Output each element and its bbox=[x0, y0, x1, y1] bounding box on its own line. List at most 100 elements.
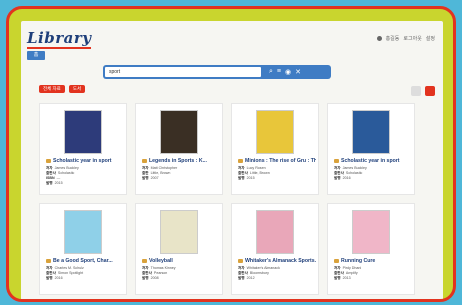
meta-label: 발행 bbox=[238, 176, 245, 180]
meta-label: 발행 bbox=[334, 176, 341, 180]
book-meta-row: 발행 2012 bbox=[238, 276, 316, 281]
book-card[interactable]: Minions : The rise of Gru : Th... 저자 Lucy … bbox=[231, 103, 319, 195]
search-icon[interactable]: ⌕ bbox=[269, 68, 273, 76]
meta-value: Bloomsbury bbox=[249, 271, 269, 275]
meta-label: 출판사 bbox=[238, 271, 248, 275]
book-card[interactable]: Running Cure 저자 Pirdy Dhani 출판사 Amplify 발행 201… bbox=[327, 203, 415, 295]
book-meta: 저자 Whitaker's Almanack 출판사 Bloomsbury 발행 2012 bbox=[238, 266, 316, 281]
book-title-text: Running Cure bbox=[341, 258, 376, 264]
book-cover-image[interactable] bbox=[160, 210, 198, 254]
grid-view-button[interactable] bbox=[425, 86, 435, 96]
meta-label: 발행 bbox=[238, 276, 245, 280]
user-icon bbox=[376, 36, 382, 41]
meta-value: Scholastic bbox=[345, 171, 363, 175]
meta-label: 출판사 bbox=[46, 271, 56, 275]
book-title[interactable]: Minions : The rise of Gru : Th... bbox=[238, 158, 316, 164]
meta-label: 저자 bbox=[334, 166, 341, 170]
meta-value: Amplify bbox=[345, 271, 358, 275]
book-icon bbox=[334, 159, 339, 163]
book-card[interactable]: Scholastic year in sport 저자 James Buckley 출… bbox=[327, 103, 415, 195]
book-cover-image[interactable] bbox=[64, 210, 102, 254]
meta-value: 2016 bbox=[342, 176, 351, 180]
book-title[interactable]: Legends in Sports : K... bbox=[142, 158, 220, 164]
meta-value: Little, Brown bbox=[249, 171, 270, 175]
book-icon bbox=[334, 259, 339, 263]
book-title-text: Whitaker's Almanack Sports... bbox=[245, 258, 316, 264]
library-logo[interactable]: Library bbox=[27, 29, 92, 49]
meta-value: Whitaker's Almanack bbox=[246, 266, 280, 270]
meta-label: 저자 bbox=[238, 166, 245, 170]
book-icon bbox=[142, 159, 147, 163]
user-name: 홍길동 bbox=[385, 36, 400, 42]
meta-value: 2015 bbox=[54, 181, 63, 185]
meta-value: Simon Spotlight bbox=[57, 271, 84, 275]
book-meta-row: 발행 2016 bbox=[334, 176, 412, 181]
book-title-text: Volleyball bbox=[149, 258, 173, 264]
book-card[interactable]: Scholastic year in sport 저자 James Buckley 출… bbox=[39, 103, 127, 195]
logout-link[interactable]: 로그아웃 bbox=[403, 35, 421, 42]
close-icon[interactable]: ✕ bbox=[295, 68, 301, 76]
home-button[interactable]: 홈 bbox=[27, 51, 45, 60]
book-card[interactable]: Legends in Sports : K... 저자 Matt Christoph… bbox=[135, 103, 223, 195]
book-cover-image[interactable] bbox=[256, 210, 294, 254]
meta-label: 발행 bbox=[46, 276, 53, 280]
book-title-text: Minions : The rise of Gru : Th... bbox=[245, 158, 316, 164]
book-meta: 저자 Pirdy Dhani 출판사 Amplify 발행 2013 bbox=[334, 266, 412, 281]
book-icon bbox=[46, 159, 51, 163]
meta-label: 저자 bbox=[46, 266, 53, 270]
meta-value: 2007 bbox=[150, 176, 159, 180]
book-title-text: Be a Good Sport, Char... bbox=[53, 258, 113, 264]
book-title[interactable]: Running Cure bbox=[334, 258, 412, 264]
list-icon[interactable]: ≡ bbox=[277, 68, 281, 76]
book-title-text: Scholastic year in sport bbox=[341, 158, 400, 164]
meta-value: Pirdy Dhani bbox=[342, 266, 362, 270]
book-meta: 저자 James Buckley 출판사 Scholastic 발행 2016 bbox=[334, 166, 412, 181]
book-title[interactable]: Whitaker's Almanack Sports... bbox=[238, 258, 316, 264]
book-cover-image[interactable] bbox=[352, 110, 390, 154]
meta-value: James Buckley bbox=[342, 166, 367, 170]
meta-label: 출판사 bbox=[334, 271, 344, 275]
book-title[interactable]: Be a Good Sport, Char... bbox=[46, 258, 124, 264]
meta-value: 2015 bbox=[246, 176, 255, 180]
book-cover-image[interactable] bbox=[64, 110, 102, 154]
list-view-button[interactable] bbox=[411, 86, 421, 96]
meta-label: 출판사 bbox=[238, 171, 248, 175]
meta-label: ISBN bbox=[46, 176, 55, 180]
book-grid: Scholastic year in sport 저자 James Buckley 출… bbox=[39, 103, 415, 295]
meta-label: 저자 bbox=[142, 166, 149, 170]
book-card[interactable]: Whitaker's Almanack Sports... 저자 Whitaker'… bbox=[231, 203, 319, 295]
book-cover-image[interactable] bbox=[256, 110, 294, 154]
meta-value: Scholastic bbox=[57, 171, 75, 175]
search-bar: ⌕ ≡ ◉ ✕ bbox=[103, 65, 331, 79]
meta-label: 발행 bbox=[334, 276, 341, 280]
book-card[interactable]: Be a Good Sport, Char... 저자 Charles M. Sch… bbox=[39, 203, 127, 295]
book-title[interactable]: Scholastic year in sport bbox=[334, 158, 412, 164]
filter-books[interactable]: 도서 bbox=[68, 85, 86, 93]
app-screen: Library 홈 홍길동 로그아웃 설정 ⌕ ≡ ◉ ✕ 전체 자료 도서 S… bbox=[21, 21, 443, 299]
book-cover-image[interactable] bbox=[160, 110, 198, 154]
book-cover-image[interactable] bbox=[352, 210, 390, 254]
meta-value: 2013 bbox=[342, 276, 351, 280]
globe-icon[interactable]: ◉ bbox=[285, 68, 291, 76]
meta-value: James Buckley bbox=[54, 166, 79, 170]
book-meta-row: 발행 2015 bbox=[238, 176, 316, 181]
book-meta-row: 발행 2016 bbox=[46, 276, 124, 281]
view-toggle bbox=[411, 86, 435, 96]
meta-label: 저자 bbox=[334, 266, 341, 270]
meta-label: 발행 bbox=[46, 181, 53, 185]
search-input[interactable] bbox=[105, 67, 261, 77]
book-title[interactable]: Scholastic year in sport bbox=[46, 158, 124, 164]
settings-link[interactable]: 설정 bbox=[426, 35, 435, 42]
meta-label: 출판사 bbox=[46, 171, 56, 175]
meta-value: Matt Christopher bbox=[150, 166, 178, 170]
book-icon bbox=[142, 259, 147, 263]
meta-label: 발행 bbox=[142, 276, 149, 280]
book-meta-row: 발행 2013 bbox=[334, 276, 412, 281]
book-card[interactable]: Volleyball 저자 Thomas Kinney 출판사 Pearson 발행 200… bbox=[135, 203, 223, 295]
meta-label: 저자 bbox=[142, 266, 149, 270]
book-title[interactable]: Volleyball bbox=[142, 258, 220, 264]
meta-value: Thomas Kinney bbox=[150, 266, 176, 270]
filter-all[interactable]: 전체 자료 bbox=[39, 85, 65, 93]
meta-value: Lucy Rosen bbox=[246, 166, 266, 170]
meta-label: 저자 bbox=[238, 266, 245, 270]
